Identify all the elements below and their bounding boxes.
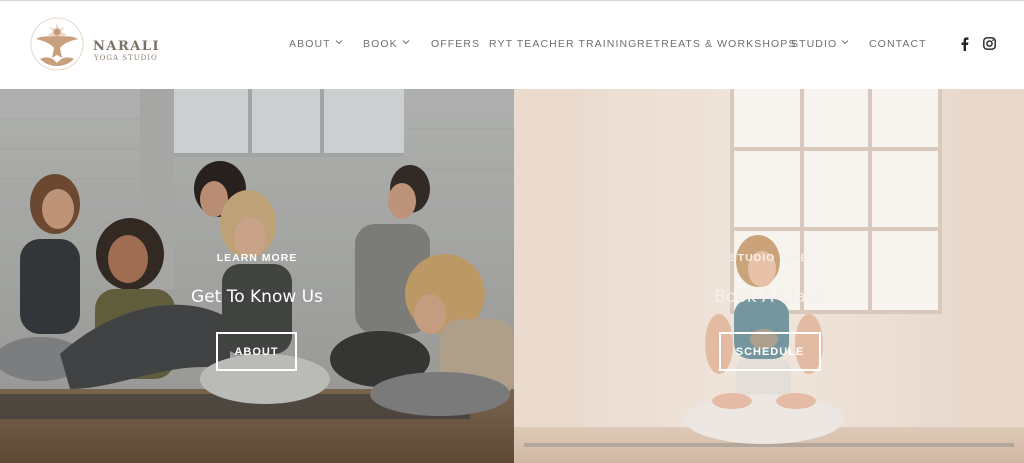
- facebook-icon: [961, 37, 969, 51]
- nav-item-label: STUDIO: [791, 38, 838, 50]
- hero-section: LEARN MORE Get To Know Us ABOUT STUDIO T…: [0, 89, 1024, 463]
- book-headline: Book A Class: [714, 287, 824, 307]
- about-headline: Get To Know Us: [191, 287, 323, 307]
- chevron-down-icon: [402, 40, 410, 45]
- book-eyebrow: STUDIO TIME: [729, 252, 809, 264]
- nav-item-retreats-workshops[interactable]: RETREATS & WORKSHOPS: [637, 38, 797, 50]
- nav-item-label: ABOUT: [289, 38, 331, 50]
- facebook-link[interactable]: [960, 37, 969, 51]
- lotus-figure-icon: [30, 17, 84, 71]
- schedule-button[interactable]: SCHEDULE: [719, 332, 821, 371]
- nav-item-label: CONTACT: [869, 38, 927, 50]
- chevron-down-icon: [335, 40, 343, 45]
- nav-item-label: RYT TEACHER TRAINING: [489, 38, 638, 50]
- site-header: NARALI YOGA STUDIO ABOUT BOOK OFFERS RYT…: [0, 0, 1024, 89]
- nav-item-studio[interactable]: STUDIO: [791, 38, 849, 50]
- about-button[interactable]: ABOUT: [216, 332, 297, 371]
- nav-item-label: RETREATS & WORKSHOPS: [637, 38, 797, 50]
- nav-item-label: BOOK: [363, 38, 398, 50]
- nav-item-about[interactable]: ABOUT: [289, 38, 343, 50]
- nav-item-label: OFFERS: [431, 38, 481, 50]
- about-eyebrow: LEARN MORE: [216, 252, 298, 264]
- instagram-icon: [983, 37, 996, 50]
- nav-item-offers[interactable]: OFFERS: [431, 38, 480, 50]
- hero-panel-book: STUDIO TIME Book A Class SCHEDULE: [514, 89, 1024, 463]
- chevron-down-icon: [841, 40, 849, 45]
- brand-subtitle: YOGA STUDIO: [94, 54, 158, 62]
- instagram-link[interactable]: [983, 37, 996, 50]
- hero-image-meditation: [514, 89, 1024, 463]
- nav-item-book[interactable]: BOOK: [363, 38, 410, 50]
- hero-panel-about: LEARN MORE Get To Know Us ABOUT: [0, 89, 514, 463]
- logo[interactable]: NARALI YOGA STUDIO: [28, 15, 161, 75]
- hero-image-group: [0, 89, 514, 463]
- nav-item-contact[interactable]: CONTACT: [869, 38, 927, 50]
- brand-name: NARALI: [93, 39, 161, 54]
- nav-item-ryt-teacher-training[interactable]: RYT TEACHER TRAINING: [489, 38, 637, 50]
